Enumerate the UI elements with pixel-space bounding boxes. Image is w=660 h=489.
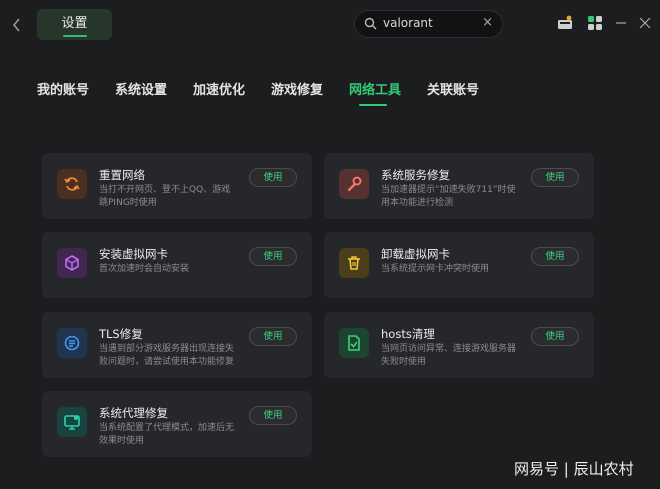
settings-tab-label: 设置: [61, 16, 88, 31]
close-window-icon[interactable]: [638, 14, 656, 32]
tab-my-account[interactable]: 我的账号: [37, 79, 89, 98]
top-bar: 设置 valorant ×: [0, 0, 660, 50]
apps-grid-icon[interactable]: [586, 14, 604, 32]
tool-description: 当加速器提示“加速失败711”时使用本功能进行检测: [381, 185, 516, 208]
document-check-icon: [339, 328, 369, 358]
use-button[interactable]: 使用: [531, 327, 579, 346]
tool-card-hosts-cleanup: hosts清理 当网页访问异常、连接游戏服务器失败时使用 使用: [324, 312, 594, 378]
tool-title: 系统代理修复: [99, 406, 168, 420]
tool-card-uninstall-vnic: 卸载虚拟网卡 当系统提示网卡冲突时使用 使用: [324, 232, 594, 298]
clear-search-icon[interactable]: ×: [482, 15, 493, 30]
tool-card-service-repair: 系统服务修复 当加速器提示“加速失败711”时使用本功能进行检测 使用: [324, 153, 594, 219]
use-button[interactable]: 使用: [249, 168, 297, 187]
tool-title: 卸载虚拟网卡: [381, 247, 450, 261]
use-button[interactable]: 使用: [249, 406, 297, 425]
cube-icon: [57, 248, 87, 278]
tool-description: 当打不开网页、登不上QQ、游戏跳PING时使用: [99, 185, 231, 208]
settings-tab-underline: [63, 35, 87, 37]
tab-linked-accounts[interactable]: 关联账号: [427, 79, 479, 98]
tool-card-install-vnic: 安装虚拟网卡 首次加速时会自动安装 使用: [42, 232, 312, 298]
chevron-left-icon: [12, 18, 20, 32]
refresh-icon: [57, 169, 87, 199]
tool-description: 当网页访问异常、连接游戏服务器失败时使用: [381, 344, 517, 367]
use-button[interactable]: 使用: [249, 327, 297, 346]
search-box[interactable]: valorant ×: [354, 10, 503, 38]
use-button[interactable]: 使用: [249, 247, 297, 266]
tool-title: hosts清理: [381, 327, 435, 341]
tool-card-reset-network: 重置网络 当打不开网页、登不上QQ、游戏跳PING时使用 使用: [42, 153, 312, 219]
back-button[interactable]: [10, 16, 24, 34]
tool-title: 安装虚拟网卡: [99, 247, 168, 261]
search-input[interactable]: valorant: [383, 16, 433, 30]
tool-description: 当系统配置了代理模式，加速后无效果时使用: [99, 423, 235, 446]
tool-description: 当系统提示网卡冲突时使用: [381, 264, 490, 274]
wrench-icon: [339, 169, 369, 199]
tls-icon: [57, 328, 87, 358]
trash-icon: [339, 248, 369, 278]
tool-card-tls-repair: TLS修复 当遇到部分游戏服务器出现连接失败问题时，请尝试使用本功能修复 使用: [42, 312, 312, 378]
tool-title: TLS修复: [99, 327, 143, 341]
tool-title: 重置网络: [99, 168, 145, 182]
active-tab-indicator: [359, 104, 387, 106]
tab-system-settings[interactable]: 系统设置: [115, 79, 167, 98]
tab-acceleration[interactable]: 加速优化: [193, 79, 245, 98]
inbox-icon[interactable]: [556, 14, 574, 32]
use-button[interactable]: 使用: [531, 168, 579, 187]
watermark: 网易号 | 辰山农村: [514, 460, 634, 478]
tool-description: 当遇到部分游戏服务器出现连接失败问题时，请尝试使用本功能修复: [99, 344, 235, 367]
tab-network-tools[interactable]: 网络工具: [349, 79, 401, 106]
use-button[interactable]: 使用: [531, 247, 579, 266]
search-icon: [364, 17, 377, 30]
tab-game-repair[interactable]: 游戏修复: [271, 79, 323, 98]
tool-title: 系统服务修复: [381, 168, 450, 182]
tool-card-proxy-repair: 系统代理修复 当系统配置了代理模式，加速后无效果时使用 使用: [42, 391, 312, 457]
minimize-icon[interactable]: [614, 14, 632, 32]
settings-tab[interactable]: 设置: [37, 9, 112, 40]
tool-description: 首次加速时会自动安装: [99, 264, 190, 274]
monitor-icon: [57, 407, 87, 437]
